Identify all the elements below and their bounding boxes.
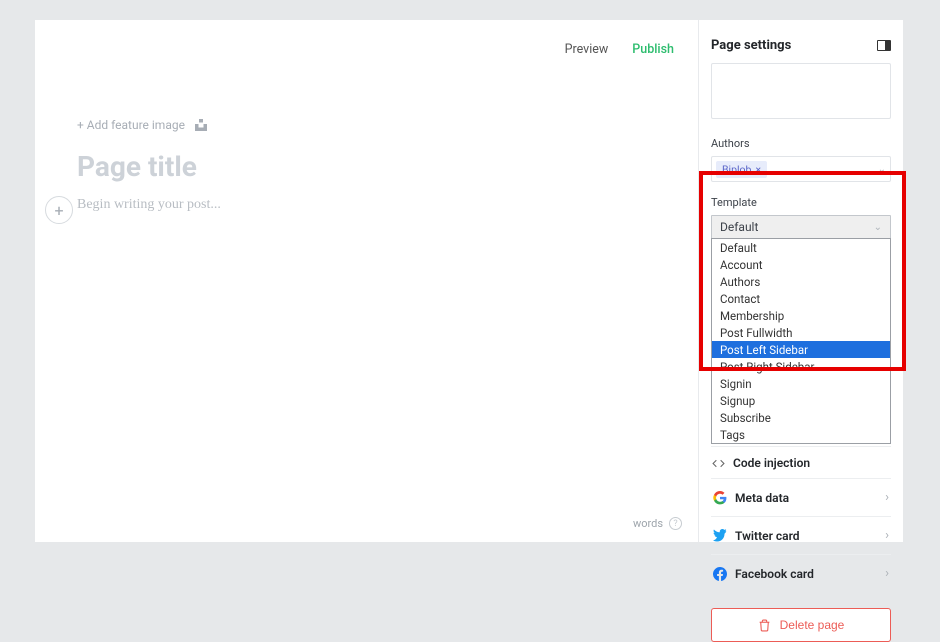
authors-label: Authors bbox=[711, 137, 891, 150]
template-option[interactable]: Post Right Sidebar bbox=[712, 358, 890, 375]
template-option[interactable]: Contact bbox=[712, 290, 890, 307]
word-count: words ? bbox=[633, 517, 682, 530]
code-injection-label: Code injection bbox=[733, 456, 810, 470]
template-option[interactable]: Signup bbox=[712, 392, 890, 409]
sidebar-header: Page settings bbox=[711, 20, 891, 63]
chevron-right-icon: › bbox=[885, 490, 889, 505]
meta-data-row[interactable]: Meta data › bbox=[711, 478, 891, 516]
author-tag: Biplob × bbox=[716, 161, 767, 178]
trash-icon bbox=[758, 618, 772, 632]
chevron-down-icon: ⌄ bbox=[878, 164, 886, 175]
twitter-card-row[interactable]: Twitter card › bbox=[711, 516, 891, 554]
template-option[interactable]: Subscribe bbox=[712, 409, 890, 426]
facebook-card-label: Facebook card bbox=[735, 567, 814, 581]
topbar: Preview Publish bbox=[565, 42, 674, 57]
remove-author-icon[interactable]: × bbox=[755, 163, 761, 176]
meta-data-label: Meta data bbox=[735, 491, 789, 505]
code-icon bbox=[711, 456, 725, 470]
chevron-right-icon: › bbox=[885, 528, 889, 543]
template-option[interactable]: Account bbox=[712, 256, 890, 273]
template-option[interactable]: Tags bbox=[712, 426, 890, 443]
template-dropdown[interactable]: DefaultAccountAuthorsContactMembershipPo… bbox=[711, 238, 891, 444]
editor-content: + Add feature image Page title Begin wri… bbox=[77, 118, 674, 213]
template-option[interactable]: Signin bbox=[712, 375, 890, 392]
template-option[interactable]: Default bbox=[712, 239, 890, 256]
twitter-icon bbox=[713, 529, 727, 543]
excerpt-textarea[interactable] bbox=[711, 63, 891, 119]
template-selected-value: Default bbox=[720, 220, 758, 234]
twitter-card-label: Twitter card bbox=[735, 529, 800, 543]
facebook-icon bbox=[713, 567, 727, 581]
editor-pane: Preview Publish + Add feature image Page… bbox=[35, 20, 698, 542]
add-feature-image-label: + Add feature image bbox=[77, 118, 185, 132]
template-option[interactable]: Post Fullwidth bbox=[712, 324, 890, 341]
template-select[interactable]: Default ⌄ bbox=[711, 215, 891, 239]
template-option[interactable]: Membership bbox=[712, 307, 890, 324]
unsplash-icon[interactable] bbox=[195, 119, 207, 131]
template-label: Template bbox=[711, 196, 891, 209]
chevron-down-icon: ⌄ bbox=[874, 222, 882, 233]
authors-input[interactable]: Biplob × ⌄ bbox=[711, 156, 891, 182]
publish-button[interactable]: Publish bbox=[632, 42, 674, 57]
delete-page-button[interactable]: Delete page bbox=[711, 608, 891, 642]
word-count-label: words bbox=[633, 517, 663, 530]
author-tag-name: Biplob bbox=[722, 163, 751, 176]
page-body-input[interactable]: Begin writing your post... bbox=[77, 197, 674, 213]
add-feature-image-row[interactable]: + Add feature image bbox=[77, 118, 674, 132]
settings-sidebar: Page settings Authors Biplob × ⌄ Templat… bbox=[698, 20, 903, 542]
google-icon bbox=[713, 491, 727, 505]
template-option[interactable]: Post Left Sidebar bbox=[712, 341, 890, 358]
template-option[interactable]: Authors bbox=[712, 273, 890, 290]
app-window: Preview Publish + Add feature image Page… bbox=[35, 20, 903, 542]
chevron-right-icon: › bbox=[885, 566, 889, 581]
close-panel-icon[interactable] bbox=[877, 40, 891, 51]
code-injection-row[interactable]: Code injection bbox=[711, 446, 891, 470]
add-block-button[interactable]: + bbox=[45, 196, 73, 224]
delete-page-label: Delete page bbox=[780, 618, 845, 632]
sidebar-title: Page settings bbox=[711, 38, 791, 53]
help-icon[interactable]: ? bbox=[669, 517, 682, 530]
page-title-input[interactable]: Page title bbox=[77, 150, 674, 183]
preview-button[interactable]: Preview bbox=[565, 42, 609, 57]
